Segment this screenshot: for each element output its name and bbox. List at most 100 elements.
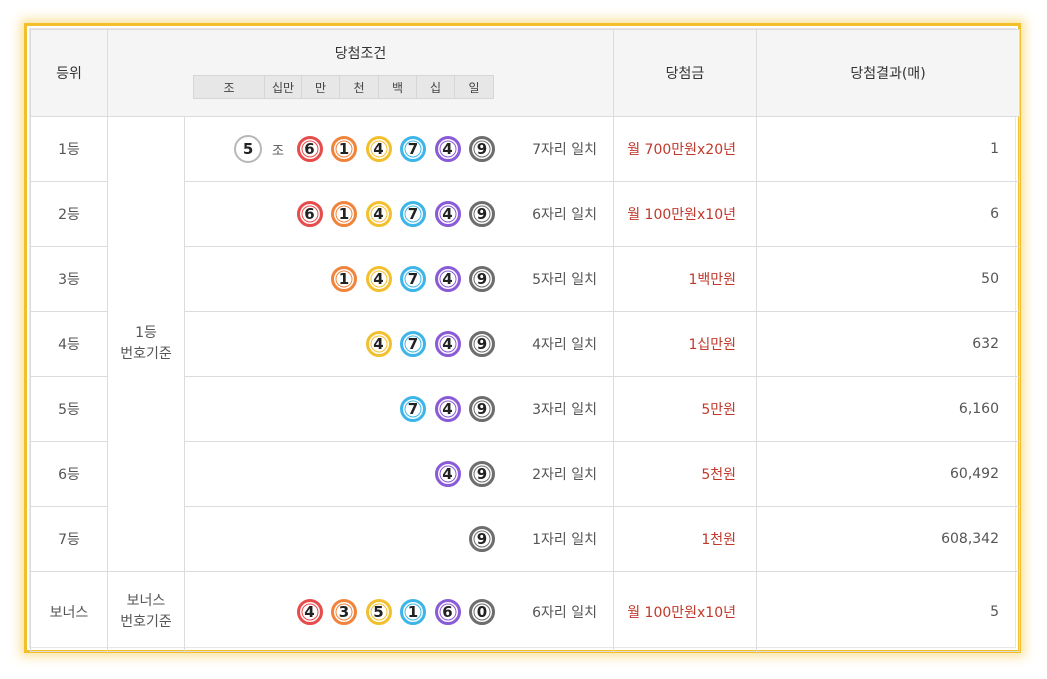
prize-table: 등위 당첨조건 조 십만 만 천 백 십 일 당첨금 당첨결과(매) 1등 1등 번호기준 5 조 6… bbox=[30, 29, 1020, 652]
rank-cell: 6등 bbox=[30, 441, 108, 507]
prize-amount: 1천원 bbox=[613, 506, 757, 572]
winning-condition-cell: 5 조 6 1 4 7 4 9 7자리 일치 bbox=[184, 116, 614, 182]
number-ball: 9 bbox=[469, 136, 495, 162]
basis-main-line1: 1등 bbox=[135, 325, 157, 341]
prize-table-inner: 등위 당첨조건 조 십만 만 천 백 십 일 당첨금 당첨결과(매) 1등 1등 번호기준 5 조 6… bbox=[29, 28, 1020, 652]
number-ball: 1 bbox=[400, 598, 426, 625]
winning-condition-cell: 9 1자리 일치 bbox=[184, 506, 614, 572]
number-ball: 1 bbox=[331, 201, 357, 227]
winner-count: 6 bbox=[756, 181, 1020, 247]
winner-count: 608,342 bbox=[756, 506, 1020, 572]
rank-cell: 보너스 bbox=[30, 571, 108, 652]
number-ball: 4 bbox=[434, 396, 461, 422]
number-balls: 5조614749 bbox=[185, 117, 495, 181]
number-ball: 6 bbox=[296, 136, 323, 162]
rank-cell: 4등 bbox=[30, 311, 108, 377]
header-rank: 등위 bbox=[30, 29, 108, 117]
number-ball: 9 bbox=[469, 266, 495, 292]
prize-amount: 5만원 bbox=[613, 376, 757, 442]
number-ball: 9 bbox=[469, 461, 495, 487]
number-balls: 49 bbox=[185, 442, 495, 506]
number-ball: 1 bbox=[331, 266, 357, 292]
basis-main-line2: 번호기준 bbox=[120, 346, 172, 362]
winning-condition-cell: 7 4 9 3자리 일치 bbox=[184, 376, 614, 442]
number-balls: 9 bbox=[185, 507, 495, 571]
place-label: 백 bbox=[379, 75, 417, 99]
number-balls: 749 bbox=[185, 377, 495, 441]
number-ball: 4 bbox=[296, 598, 323, 625]
prize-amount: 월 100만원x10년 bbox=[613, 181, 757, 247]
number-ball: 0 bbox=[469, 598, 495, 625]
number-ball: 9 bbox=[469, 526, 495, 552]
match-label: 1자리 일치 bbox=[532, 532, 597, 548]
match-label: 5자리 일치 bbox=[532, 272, 597, 288]
basis-main-cell: 1등번호기준 bbox=[107, 116, 185, 572]
place-label: 만 bbox=[302, 75, 340, 99]
number-ball: 7 bbox=[400, 136, 426, 162]
rank-cell: 3등 bbox=[30, 246, 108, 312]
prize-table-frame: 등위 당첨조건 조 십만 만 천 백 십 일 당첨금 당첨결과(매) 1등 1등 번호기준 5 조 6… bbox=[24, 23, 1021, 653]
number-ball: 4 bbox=[365, 331, 392, 357]
basis-bonus-line1: 보너스 bbox=[126, 592, 166, 609]
number-balls: 14749 bbox=[185, 247, 495, 311]
match-label: 7자리 일치 bbox=[532, 142, 597, 158]
number-ball: 7 bbox=[400, 201, 426, 227]
number-ball: 9 bbox=[469, 396, 495, 422]
basis-bonus-cell: 보너스번호기준 bbox=[107, 571, 185, 652]
match-label: 2자리 일치 bbox=[532, 467, 597, 483]
number-ball: 4 bbox=[365, 266, 392, 292]
rank-cell: 5등 bbox=[30, 376, 108, 442]
number-ball: 4 bbox=[365, 136, 392, 162]
header-amount: 당첨금 bbox=[613, 29, 757, 117]
winner-count: 60,492 bbox=[756, 441, 1020, 507]
number-ball: 5 bbox=[365, 598, 392, 625]
number-ball: 7 bbox=[400, 331, 426, 357]
number-ball: 4 bbox=[434, 331, 461, 357]
number-ball: 6 bbox=[434, 598, 461, 625]
place-label: 일 bbox=[455, 75, 494, 99]
number-ball: 7 bbox=[400, 266, 426, 292]
number-ball: 4 bbox=[434, 201, 461, 227]
number-ball: 1 bbox=[331, 136, 357, 162]
winning-condition-cell: 6 1 4 7 4 9 6자리 일치 bbox=[184, 181, 614, 247]
bonus-row: 보너스 보너스 번호기준 4 3 5 1 6 0 6자리 일치 월 100만원x10년 5 bbox=[30, 571, 1020, 652]
winner-count: 632 bbox=[756, 311, 1020, 377]
number-ball: 7 bbox=[400, 396, 426, 422]
winning-condition-cell: 4 3 5 1 6 0 6자리 일치 bbox=[184, 571, 614, 652]
number-ball: 9 bbox=[469, 201, 495, 227]
jo-ball: 5 bbox=[234, 135, 263, 163]
number-ball: 3 bbox=[331, 598, 357, 625]
winner-count: 1 bbox=[756, 116, 1020, 182]
header-result: 당첨결과(매) bbox=[756, 29, 1020, 117]
match-label: 4자리 일치 bbox=[532, 337, 597, 353]
match-label: 3자리 일치 bbox=[532, 402, 597, 418]
match-label: 6자리 일치 bbox=[532, 207, 597, 223]
winner-count: 5 bbox=[756, 571, 1020, 652]
number-balls: 614749 bbox=[185, 182, 495, 246]
number-balls: 4749 bbox=[185, 312, 495, 376]
place-label: 십 bbox=[417, 75, 455, 99]
prize-amount: 5천원 bbox=[613, 441, 757, 507]
winner-count: 6,160 bbox=[756, 376, 1020, 442]
header-condition: 당첨조건 조 십만 만 천 백 십 일 bbox=[107, 29, 614, 117]
number-balls: 435160 bbox=[185, 572, 495, 651]
number-ball: 4 bbox=[434, 136, 461, 162]
rank-cell: 7등 bbox=[30, 506, 108, 572]
winner-count: 50 bbox=[756, 246, 1020, 312]
number-ball: 4 bbox=[434, 461, 461, 487]
place-label: 조 bbox=[193, 75, 265, 99]
number-ball: 4 bbox=[365, 201, 392, 227]
basis-bonus-line2: 번호기준 bbox=[120, 613, 172, 630]
prize-amount: 1백만원 bbox=[613, 246, 757, 312]
number-ball: 4 bbox=[434, 266, 461, 292]
header-condition-title: 당첨조건 bbox=[334, 46, 387, 62]
number-ball: 9 bbox=[469, 331, 495, 357]
prize-amount: 월 100만원x10년 bbox=[613, 571, 757, 652]
jo-label: 조 bbox=[272, 143, 284, 159]
rank-cell: 1등 bbox=[30, 116, 108, 182]
rank-cell: 2등 bbox=[30, 181, 108, 247]
prize-table-body: 1등 1등 번호기준 5 조 6 1 4 7 4 9 7자리 일치 월 700만원x20년 1 2등 6 1 4 7… bbox=[30, 116, 1020, 652]
match-label: 6자리 일치 bbox=[532, 604, 597, 621]
winning-condition-cell: 1 4 7 4 9 5자리 일치 bbox=[184, 246, 614, 312]
prize-amount: 1십만원 bbox=[613, 311, 757, 377]
